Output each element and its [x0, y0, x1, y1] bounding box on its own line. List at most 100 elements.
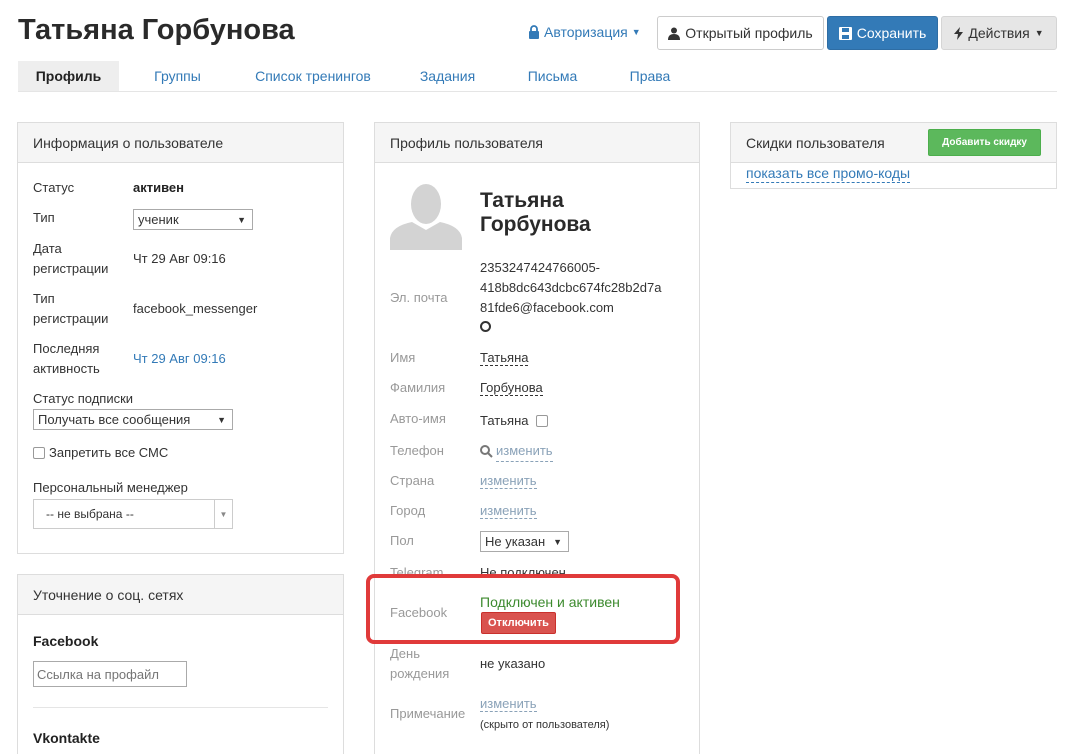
tab-tasks[interactable]: Задания	[390, 61, 505, 91]
gender-label: Пол	[390, 533, 414, 548]
social-panel: Уточнение о соц. сетях Facebook Vkontakt…	[17, 574, 344, 754]
subscription-select[interactable]: Получать все сообщения ▼	[33, 409, 233, 430]
birthday-label: День рождения	[390, 644, 449, 684]
profile-panel: Профиль пользователя Татьяна Горбунова Э…	[374, 122, 700, 754]
last-active-label-line2: активность	[33, 361, 100, 376]
auth-dropdown[interactable]: Авторизация ▼	[528, 24, 641, 40]
manager-select[interactable]: -- не выбрана -- ▼	[33, 499, 233, 529]
save-button[interactable]: Сохранить	[827, 16, 938, 50]
auto-name-value: Татьяна	[480, 413, 529, 428]
open-profile-label: Открытый профиль	[685, 25, 813, 41]
actions-dropdown[interactable]: Действия ▼	[941, 16, 1057, 50]
caret-down-icon: ▼	[237, 214, 246, 225]
status-label: Статус	[33, 180, 75, 195]
reg-type-value: facebook_messenger	[133, 301, 258, 316]
first-name-value[interactable]: Татьяна	[480, 350, 529, 366]
subscription-label: Статус подписки	[33, 391, 134, 406]
manager-value: -- не выбрана --	[46, 507, 134, 521]
panel-title: Информация о пользователе	[18, 123, 343, 163]
facebook-profile-input[interactable]	[33, 661, 187, 687]
highlight-annotation	[366, 574, 680, 644]
country-label: Страна	[390, 473, 435, 488]
note-edit-link[interactable]: изменить	[480, 696, 537, 712]
user-icon	[668, 27, 681, 40]
email-line1: 2353247424766005-	[480, 260, 601, 275]
caret-down-icon: ▼	[1034, 28, 1044, 38]
add-discount-button[interactable]: Добавить скидку	[928, 129, 1041, 156]
facebook-heading: Facebook	[33, 633, 99, 649]
search-icon[interactable]	[480, 445, 493, 458]
reg-type-label-line1: Тип	[33, 291, 55, 306]
reg-type-label-line2: регистрации	[33, 311, 109, 326]
first-name-label: Имя	[390, 350, 416, 365]
auth-link-label: Авторизация	[544, 24, 628, 40]
open-profile-button[interactable]: Открытый профиль	[657, 16, 824, 50]
email-line3: 81fde6@facebook.com	[480, 300, 614, 315]
note-label: Примечание	[390, 706, 466, 721]
show-promo-codes-link[interactable]: показать все промо-коды	[746, 165, 911, 183]
tab-profile[interactable]: Профиль	[18, 61, 119, 91]
email-value: 2353247424766005- 418b8dc643dcbc674fc28b…	[480, 258, 661, 332]
sms-checkbox[interactable]	[33, 447, 45, 459]
birthday-label-line1: День	[390, 646, 420, 661]
type-select[interactable]: ученик ▼	[133, 209, 253, 230]
reg-date-value: Чт 29 Авг 09:16	[133, 251, 226, 266]
last-active-label: Последняя активность	[33, 339, 100, 379]
tab-rights[interactable]: Права	[600, 61, 700, 91]
caret-down-icon: ▼	[214, 500, 232, 528]
last-active-value[interactable]: Чт 29 Авг 09:16	[133, 349, 226, 369]
birthday-value: не указано	[480, 656, 546, 671]
gender-select[interactable]: Не указан ▼	[480, 531, 569, 552]
floppy-icon	[838, 26, 852, 40]
manager-label: Персональный менеджер	[33, 480, 188, 495]
vk-heading: Vkontakte	[33, 730, 100, 746]
email-label: Эл. почта	[390, 290, 448, 305]
city-label: Город	[390, 503, 426, 518]
country-edit-link[interactable]: изменить	[480, 473, 537, 489]
reg-date-label-line1: Дата	[33, 241, 62, 256]
page-title: Татьяна Горбунова	[18, 14, 295, 46]
panel-title: Уточнение о соц. сетях	[18, 575, 343, 615]
caret-down-icon: ▼	[553, 536, 562, 547]
note-hint: (скрыто от пользователя)	[480, 719, 610, 731]
phone-label: Телефон	[390, 443, 444, 458]
profile-name: Татьяна Горбунова	[480, 189, 591, 237]
discounts-head: Скидки пользователя Добавить скидку	[731, 123, 1056, 163]
caret-down-icon: ▼	[631, 27, 641, 37]
discounts-panel: Скидки пользователя Добавить скидку пока…	[730, 122, 1057, 189]
city-edit-link[interactable]: изменить	[480, 503, 537, 519]
phone-edit-link[interactable]: изменить	[496, 441, 553, 462]
user-info-panel: Информация о пользователе Статус активен…	[17, 122, 344, 554]
sms-label: Запретить все СМС	[49, 445, 169, 460]
email-status-icon	[480, 321, 491, 332]
sms-checkbox-row[interactable]: Запретить все СМС	[33, 443, 168, 463]
birthday-label-line2: рождения	[390, 666, 450, 681]
reg-type-label: Тип регистрации	[33, 289, 108, 329]
tab-trainings[interactable]: Список тренингов	[236, 61, 390, 91]
profile-name-line2: Горбунова	[480, 213, 591, 236]
last-name-label: Фамилия	[390, 380, 446, 395]
caret-down-icon: ▼	[217, 414, 226, 425]
bolt-icon	[954, 26, 964, 40]
lock-icon	[529, 25, 539, 39]
reg-date-label-line2: регистрации	[33, 261, 109, 276]
type-select-value: ученик	[138, 212, 179, 227]
subscription-value: Получать все сообщения	[38, 412, 191, 427]
panel-title: Профиль пользователя	[375, 123, 699, 163]
tab-letters[interactable]: Письма	[505, 61, 600, 91]
save-label: Сохранить	[856, 25, 927, 41]
gender-value: Не указан	[485, 534, 546, 549]
avatar	[390, 180, 462, 250]
reg-date-label: Дата регистрации	[33, 239, 108, 279]
auto-name-label: Авто-имя	[390, 411, 446, 426]
tab-bar: Профиль Группы Список тренингов Задания …	[18, 61, 1057, 92]
email-line2: 418b8dc643dcbc674fc28b2d7a	[480, 280, 662, 295]
tab-groups[interactable]: Группы	[119, 61, 236, 91]
status-value: активен	[133, 180, 184, 195]
divider	[33, 707, 328, 708]
auto-name-checkbox[interactable]	[536, 415, 549, 427]
profile-name-line1: Татьяна	[480, 189, 564, 212]
actions-label: Действия	[968, 25, 1030, 41]
panel-title: Скидки пользователя	[746, 134, 885, 151]
last-name-value[interactable]: Горбунова	[480, 380, 543, 396]
